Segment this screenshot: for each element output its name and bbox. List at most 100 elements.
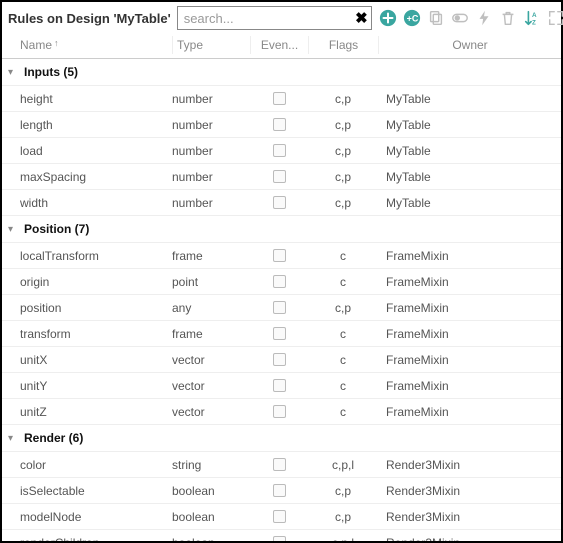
cell-name: unitX: [2, 353, 172, 367]
cell-type: number: [172, 92, 250, 106]
col-header-name[interactable]: Name↑: [2, 36, 172, 54]
group-row[interactable]: ▾Inputs (5): [2, 59, 561, 86]
cell-owner: Render3Mixin: [378, 510, 561, 524]
cell-name: position: [2, 301, 172, 315]
clear-search-icon[interactable]: ✖: [355, 9, 368, 27]
cell-even: [250, 405, 308, 418]
cell-name: renderChildren: [2, 536, 172, 542]
table-row[interactable]: colorstringc,p,lRender3Mixin: [2, 452, 561, 478]
cell-flags: c,p: [308, 170, 378, 184]
cell-name: height: [2, 92, 172, 106]
checkbox-icon[interactable]: [273, 405, 286, 418]
copy-icon[interactable]: [426, 8, 446, 28]
cell-even: [250, 327, 308, 340]
checkbox-icon[interactable]: [273, 484, 286, 497]
checkbox-icon[interactable]: [273, 458, 286, 471]
cell-name: color: [2, 458, 172, 472]
table-row[interactable]: modelNodebooleanc,pRender3Mixin: [2, 504, 561, 530]
col-header-owner[interactable]: Owner: [378, 36, 561, 54]
cell-owner: Render3Mixin: [378, 458, 561, 472]
cell-even: [250, 379, 308, 392]
table-row[interactable]: loadnumberc,pMyTable: [2, 138, 561, 164]
col-header-even[interactable]: Even...: [250, 36, 308, 54]
table-row[interactable]: maxSpacingnumberc,pMyTable: [2, 164, 561, 190]
cell-type: string: [172, 458, 250, 472]
checkbox-icon[interactable]: [273, 536, 286, 541]
cell-type: point: [172, 275, 250, 289]
checkbox-icon[interactable]: [273, 510, 286, 523]
checkbox-icon[interactable]: [273, 92, 286, 105]
table-row[interactable]: renderChildrenbooleanc,p,lRender3Mixin: [2, 530, 561, 541]
checkbox-icon[interactable]: [273, 196, 286, 209]
expand-icon[interactable]: [546, 8, 563, 28]
search-input[interactable]: [177, 6, 372, 30]
table-row[interactable]: positionanyc,pFrameMixin: [2, 295, 561, 321]
cell-flags: c: [308, 353, 378, 367]
table-row[interactable]: localTransformframecFrameMixin: [2, 243, 561, 269]
cell-even: [250, 484, 308, 497]
cell-type: number: [172, 144, 250, 158]
checkbox-icon[interactable]: [273, 144, 286, 157]
cell-flags: c,p,l: [308, 536, 378, 542]
cell-owner: MyTable: [378, 196, 561, 210]
cell-name: origin: [2, 275, 172, 289]
checkbox-icon[interactable]: [273, 249, 286, 262]
cell-type: vector: [172, 405, 250, 419]
table-row[interactable]: lengthnumberc,pMyTable: [2, 112, 561, 138]
table-row[interactable]: transformframecFrameMixin: [2, 321, 561, 347]
checkbox-icon[interactable]: [273, 118, 286, 131]
bolt-icon[interactable]: [474, 8, 494, 28]
cell-flags: c,p: [308, 92, 378, 106]
trash-icon[interactable]: [498, 8, 518, 28]
toggle-icon[interactable]: [450, 8, 470, 28]
cell-type: number: [172, 170, 250, 184]
table-row[interactable]: widthnumberc,pMyTable: [2, 190, 561, 216]
svg-text:+C: +C: [406, 14, 418, 24]
cell-owner: MyTable: [378, 144, 561, 158]
group-row[interactable]: ▾Render (6): [2, 425, 561, 452]
cell-type: frame: [172, 249, 250, 263]
cell-owner: FrameMixin: [378, 327, 561, 341]
table-scroll-area[interactable]: ▾Inputs (5)heightnumberc,pMyTablelengthn…: [2, 59, 561, 541]
col-header-type[interactable]: Type: [172, 36, 250, 54]
cell-flags: c,p: [308, 301, 378, 315]
cell-name: maxSpacing: [2, 170, 172, 184]
cell-flags: c: [308, 275, 378, 289]
table-row[interactable]: heightnumberc,pMyTable: [2, 86, 561, 112]
table-row[interactable]: isSelectablebooleanc,pRender3Mixin: [2, 478, 561, 504]
table-row[interactable]: unitZvector cFrameMixin: [2, 399, 561, 425]
checkbox-icon[interactable]: [273, 353, 286, 366]
col-header-flags[interactable]: Flags: [308, 36, 378, 54]
table-row[interactable]: unitYvectorcFrameMixin: [2, 373, 561, 399]
cell-even: [250, 170, 308, 183]
checkbox-icon[interactable]: [273, 379, 286, 392]
cell-owner: FrameMixin: [378, 275, 561, 289]
cell-even: [250, 118, 308, 131]
table-row[interactable]: unitXvectorcFrameMixin: [2, 347, 561, 373]
toolbar-icons: +C AZ: [378, 8, 563, 28]
cell-type: vector: [172, 353, 250, 367]
checkbox-icon[interactable]: [273, 327, 286, 340]
checkbox-icon[interactable]: [273, 170, 286, 183]
cell-owner: FrameMixin: [378, 405, 561, 419]
search-wrap: ✖: [177, 6, 372, 30]
table-row[interactable]: originpoint cFrameMixin: [2, 269, 561, 295]
cell-name: transform: [2, 327, 172, 341]
svg-text:A: A: [532, 12, 537, 19]
cell-flags: c,p: [308, 510, 378, 524]
svg-text:Z: Z: [532, 19, 536, 26]
sort-az-icon[interactable]: AZ: [522, 8, 542, 28]
cell-flags: c,p: [308, 484, 378, 498]
add-c-icon[interactable]: +C: [402, 8, 422, 28]
cell-flags: c: [308, 405, 378, 419]
cell-owner: FrameMixin: [378, 249, 561, 263]
cell-name: unitZ: [2, 405, 172, 419]
add-icon[interactable]: [378, 8, 398, 28]
checkbox-icon[interactable]: [273, 301, 286, 314]
cell-type: any: [172, 301, 250, 315]
checkbox-icon[interactable]: [273, 275, 286, 288]
group-row[interactable]: ▾Position (7): [2, 216, 561, 243]
chevron-down-icon: ▾: [8, 224, 18, 235]
cell-name: modelNode: [2, 510, 172, 524]
cell-even: [250, 92, 308, 105]
